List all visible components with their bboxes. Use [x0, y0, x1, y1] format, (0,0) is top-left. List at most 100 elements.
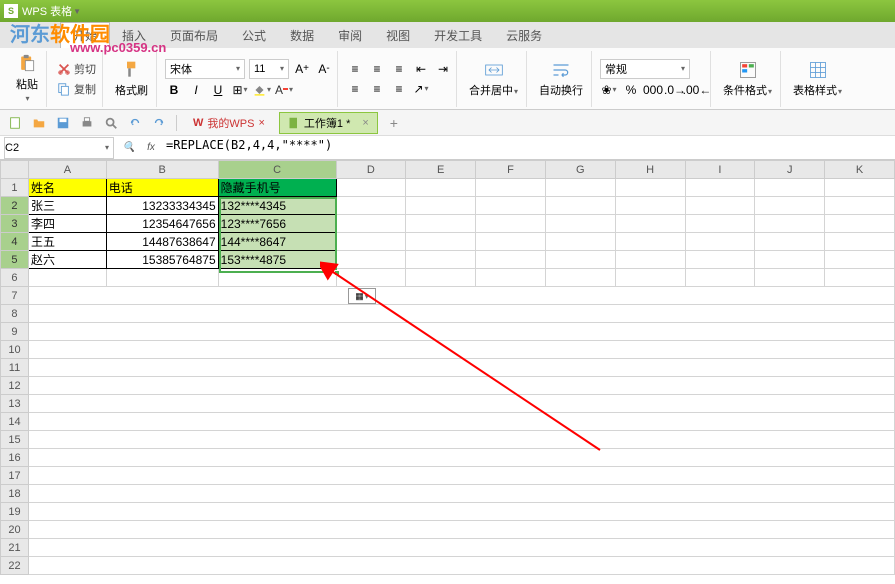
- cell[interactable]: 张三: [28, 197, 106, 215]
- row-header[interactable]: 17: [1, 467, 29, 485]
- cell[interactable]: [615, 179, 685, 197]
- comma-button[interactable]: 000: [644, 81, 662, 99]
- cell[interactable]: [28, 341, 894, 359]
- menu-data[interactable]: 数据: [278, 23, 326, 48]
- add-tab-button[interactable]: +: [390, 115, 398, 131]
- cell[interactable]: [615, 251, 685, 269]
- tab-my-wps[interactable]: W 我的WPS ×: [185, 112, 273, 134]
- row-header[interactable]: 19: [1, 503, 29, 521]
- undo-button[interactable]: [126, 114, 144, 132]
- percent-button[interactable]: %: [622, 81, 640, 99]
- cell[interactable]: [106, 269, 218, 287]
- cell[interactable]: [336, 197, 406, 215]
- cell[interactable]: [755, 197, 825, 215]
- cell[interactable]: [825, 233, 895, 251]
- row-header[interactable]: 14: [1, 413, 29, 431]
- align-top-button[interactable]: ≡: [346, 60, 364, 78]
- cell[interactable]: [406, 269, 476, 287]
- wrap-text-button[interactable]: 自动换行: [531, 51, 592, 107]
- fx-button[interactable]: fx: [142, 139, 160, 157]
- indent-dec-button[interactable]: ⇤: [412, 60, 430, 78]
- border-button[interactable]: ⊞▾: [231, 81, 249, 99]
- formula-input[interactable]: =REPLACE(B2,4,4,"****"): [162, 138, 895, 158]
- table-style-button[interactable]: 表格样式▾: [785, 51, 850, 107]
- cell[interactable]: [685, 179, 755, 197]
- menu-formula[interactable]: 公式: [230, 23, 278, 48]
- cell[interactable]: [685, 233, 755, 251]
- cell[interactable]: 13233334345: [106, 197, 218, 215]
- dec-decimal-button[interactable]: .00←: [688, 81, 706, 99]
- row-header[interactable]: 22: [1, 557, 29, 575]
- row-header[interactable]: 16: [1, 449, 29, 467]
- menu-home[interactable]: 开始: [60, 22, 110, 48]
- cell[interactable]: 15385764875: [106, 251, 218, 269]
- format-painter-button[interactable]: 格式刷: [107, 51, 157, 107]
- cell[interactable]: 李四: [28, 215, 106, 233]
- cell[interactable]: 电话: [106, 179, 218, 197]
- tab-workbook1[interactable]: 工作簿1 * ×: [279, 112, 378, 134]
- cell[interactable]: [406, 251, 476, 269]
- fill-handle[interactable]: [334, 270, 340, 276]
- row-header[interactable]: 1: [1, 179, 29, 197]
- fx-search-icon[interactable]: 🔍: [120, 139, 138, 157]
- cell[interactable]: [545, 251, 615, 269]
- cut-button[interactable]: 剪切: [55, 60, 98, 78]
- cell[interactable]: [28, 539, 894, 557]
- row-header[interactable]: 8: [1, 305, 29, 323]
- cell[interactable]: 赵六: [28, 251, 106, 269]
- cell[interactable]: [545, 197, 615, 215]
- col-header-F[interactable]: F: [476, 161, 546, 179]
- cell[interactable]: [685, 215, 755, 233]
- row-header[interactable]: 3: [1, 215, 29, 233]
- select-all-corner[interactable]: [1, 161, 29, 179]
- cell[interactable]: [336, 233, 406, 251]
- inc-decimal-button[interactable]: .0→: [666, 81, 684, 99]
- row-header[interactable]: 10: [1, 341, 29, 359]
- align-bottom-button[interactable]: ≡: [390, 60, 408, 78]
- cell[interactable]: [28, 449, 894, 467]
- close-icon[interactable]: ×: [362, 117, 368, 129]
- cell[interactable]: [336, 269, 406, 287]
- cell[interactable]: [28, 413, 894, 431]
- italic-button[interactable]: I: [187, 81, 205, 99]
- col-header-G[interactable]: G: [545, 161, 615, 179]
- cell[interactable]: [28, 431, 894, 449]
- row-header[interactable]: 7: [1, 287, 29, 305]
- cell[interactable]: 隐藏手机号: [218, 179, 336, 197]
- cell[interactable]: [28, 521, 894, 539]
- col-header-D[interactable]: D: [336, 161, 406, 179]
- cell[interactable]: [755, 233, 825, 251]
- cell[interactable]: [685, 197, 755, 215]
- cell[interactable]: [825, 215, 895, 233]
- cell[interactable]: [615, 269, 685, 287]
- col-header-C[interactable]: C: [218, 161, 336, 179]
- menu-insert[interactable]: 插入: [110, 23, 158, 48]
- close-icon[interactable]: ×: [258, 117, 264, 129]
- row-header[interactable]: 21: [1, 539, 29, 557]
- app-menu-dropdown[interactable]: ▼: [73, 7, 81, 16]
- row-header[interactable]: 4: [1, 233, 29, 251]
- col-header-A[interactable]: A: [28, 161, 106, 179]
- cell[interactable]: [336, 179, 406, 197]
- cell[interactable]: [28, 287, 894, 305]
- cell[interactable]: [28, 305, 894, 323]
- row-header[interactable]: 12: [1, 377, 29, 395]
- col-header-H[interactable]: H: [615, 161, 685, 179]
- cell[interactable]: 153****4875: [218, 251, 336, 269]
- redo-button[interactable]: [150, 114, 168, 132]
- cell[interactable]: [755, 269, 825, 287]
- spreadsheet-grid[interactable]: A B C D E F G H I J K 1姓名电话隐藏手机号 2张三1323…: [0, 160, 895, 575]
- currency-button[interactable]: ❀▾: [600, 81, 618, 99]
- cell[interactable]: [476, 251, 546, 269]
- cell[interactable]: [476, 179, 546, 197]
- cell[interactable]: [545, 233, 615, 251]
- increase-font-button[interactable]: A+: [293, 60, 311, 78]
- print-button[interactable]: [78, 114, 96, 132]
- cell[interactable]: [545, 269, 615, 287]
- name-box[interactable]: C2▾: [4, 137, 114, 159]
- cell[interactable]: [755, 179, 825, 197]
- menu-dev[interactable]: 开发工具: [422, 23, 494, 48]
- row-header[interactable]: 20: [1, 521, 29, 539]
- cell[interactable]: [755, 251, 825, 269]
- menu-review[interactable]: 审阅: [326, 23, 374, 48]
